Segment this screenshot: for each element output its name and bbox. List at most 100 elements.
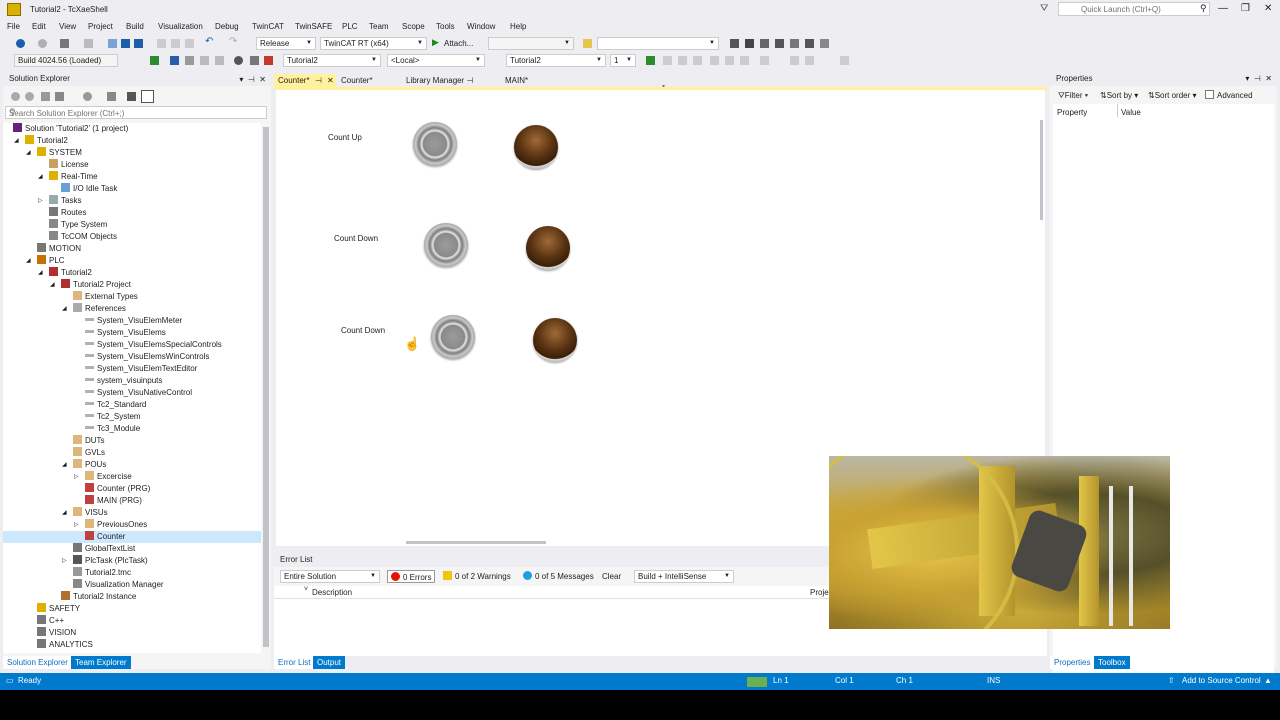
tree-item[interactable]: ◢ Tutorial2 — [38, 267, 92, 279]
unforce-icon[interactable] — [840, 56, 849, 65]
tree-item[interactable]: ▷ PreviousOnes — [74, 519, 147, 531]
menu-edit[interactable]: Edit — [32, 22, 46, 31]
tree-item[interactable]: GVLs — [73, 447, 105, 459]
tree-item[interactable]: ◢ Tutorial2 — [14, 135, 68, 147]
tab-library-manager[interactable]: Library Manager ⊣ — [402, 74, 477, 88]
menu-tools[interactable]: Tools — [436, 22, 455, 31]
restart-run-icon[interactable] — [760, 39, 769, 48]
activate-config-icon[interactable] — [745, 39, 754, 48]
start-icon[interactable] — [663, 56, 672, 65]
dropdown-icon[interactable]: ▾ — [239, 75, 243, 84]
tab-main[interactable]: MAIN* — [501, 74, 532, 88]
redo-icon[interactable]: ↷ — [229, 36, 238, 47]
add-to-source-control-button[interactable]: Add to Source Control — [1182, 676, 1261, 685]
scan-devices-icon[interactable] — [200, 56, 209, 65]
copy-icon[interactable] — [171, 39, 180, 48]
force-values-icon[interactable] — [805, 56, 814, 65]
choose-target-icon[interactable] — [250, 56, 259, 65]
properties-icon[interactable] — [127, 92, 136, 101]
scrollbar-thumb[interactable] — [406, 541, 546, 544]
tree-item[interactable]: ▷ Excercise — [74, 471, 132, 483]
tree-item[interactable]: ◢ Tutorial2 Project — [50, 279, 131, 291]
forward-icon[interactable] — [25, 92, 34, 101]
cut-icon[interactable] — [157, 39, 166, 48]
collapse-arrow-icon[interactable]: ◢ — [62, 303, 67, 315]
tree-scrollbar[interactable] — [261, 123, 271, 653]
warnings-filter-button[interactable]: 0 of 2 Warnings — [440, 570, 514, 583]
home-icon[interactable] — [41, 92, 50, 101]
stop-icon[interactable] — [678, 56, 687, 65]
expand-arrow-icon[interactable]: ▷ — [38, 195, 43, 207]
platform-dropdown[interactable]: TwinCAT RT (x64) ▼ — [320, 37, 427, 50]
back-icon[interactable] — [16, 39, 25, 48]
build-version-dropdown[interactable]: Build 4024.56 (Loaded) — [14, 54, 118, 67]
tree-item[interactable]: Tc2_Standard — [85, 399, 146, 411]
tree-item[interactable]: License — [49, 159, 89, 171]
activate-icon[interactable] — [150, 56, 159, 65]
tree-item[interactable]: VISION — [37, 627, 76, 639]
close-panel-icon[interactable]: ✕ — [1265, 74, 1272, 83]
tree-item[interactable]: MOTION — [37, 243, 81, 255]
tree-item[interactable]: C++ — [37, 615, 64, 627]
undo-icon[interactable]: ↶ — [205, 36, 214, 47]
scrollbar-thumb[interactable] — [1040, 120, 1043, 220]
tab-counter-prg[interactable]: Counter* — [337, 74, 377, 88]
messages-filter-button[interactable]: 0 of 5 Messages — [520, 570, 597, 583]
tree-item[interactable]: Tutorial2 Instance — [61, 591, 136, 603]
column-divider[interactable] — [1117, 104, 1118, 117]
toggle-settings-icon[interactable] — [264, 56, 273, 65]
pending-changes-icon[interactable] — [83, 92, 92, 101]
step-into-icon[interactable] — [725, 56, 734, 65]
tab-solution-explorer[interactable]: Solution Explorer — [3, 656, 72, 669]
show-online-icon[interactable] — [234, 56, 243, 65]
menu-twinsafe[interactable]: TwinSAFE — [295, 22, 332, 31]
menu-debug[interactable]: Debug — [215, 22, 239, 31]
target-system-dropdown[interactable]: Tutorial2 ▼ — [283, 54, 381, 67]
quick-launch-input[interactable]: Quick Launch (Ctrl+Q) ⚲ — [1058, 2, 1210, 16]
tab-properties[interactable]: Properties — [1050, 656, 1095, 669]
attach-button[interactable]: Attach... — [444, 39, 473, 48]
switch-views-icon[interactable] — [55, 92, 64, 101]
tab-output[interactable]: Output — [313, 656, 346, 669]
close-panel-icon[interactable]: ✕ — [259, 75, 266, 84]
preview-icon[interactable] — [141, 90, 154, 103]
tree-item[interactable]: System_VisuElems — [85, 327, 166, 339]
clear-button[interactable]: Clear — [599, 570, 624, 583]
add-item-icon[interactable] — [84, 39, 93, 48]
tree-item[interactable]: Counter (PRG) — [85, 483, 150, 495]
menu-help[interactable]: Help — [510, 22, 526, 31]
save-all-icon[interactable] — [134, 39, 143, 48]
tree-item[interactable]: ▷ PlcTask (PlcTask) — [62, 555, 148, 567]
menu-team[interactable]: Team — [369, 22, 389, 31]
scrollbar-thumb[interactable] — [263, 127, 269, 647]
menu-file[interactable]: File — [7, 22, 20, 31]
solution-explorer-search-input[interactable]: Search Solution Explorer (Ctrl+;) ⚲ — [5, 106, 267, 119]
count-up-button[interactable] — [413, 122, 457, 166]
pin-icon[interactable]: ⊣ — [315, 74, 322, 88]
minimize-icon[interactable]: — — [1218, 3, 1228, 14]
run-mode-icon[interactable] — [170, 56, 179, 65]
debug-target-dropdown[interactable]: ▼ — [488, 37, 574, 50]
plc-project-dropdown[interactable]: Tutorial2 ▼ — [506, 54, 606, 67]
tree-item[interactable]: ▷ Tasks — [38, 195, 81, 207]
tab-counter-visu[interactable]: Counter* ⊣ ✕ — [274, 74, 336, 88]
config-mode-icon[interactable] — [185, 56, 194, 65]
menu-build[interactable]: Build — [126, 22, 144, 31]
toggle-icon[interactable] — [215, 56, 224, 65]
login-icon[interactable] — [646, 56, 655, 65]
tree-item[interactable]: Solution 'Tutorial2' (1 project) — [13, 123, 128, 135]
save-icon[interactable] — [121, 39, 130, 48]
forward-icon[interactable] — [38, 39, 47, 48]
twincat-config-icon[interactable] — [730, 39, 739, 48]
menu-plc[interactable]: PLC — [342, 22, 358, 31]
step-out-icon[interactable] — [740, 56, 749, 65]
pin-icon[interactable]: ⊣ — [1254, 74, 1261, 83]
tree-item[interactable]: Routes — [49, 207, 86, 219]
errors-filter-button[interactable]: 0 Errors — [387, 570, 436, 583]
tree-item[interactable]: Tutorial2.tmc — [73, 567, 131, 579]
sort-by-button[interactable]: ⇅Sort by ▾ — [1100, 91, 1138, 100]
menu-scope[interactable]: Scope — [402, 22, 425, 31]
count-down-button[interactable] — [424, 223, 468, 267]
menu-project[interactable]: Project — [88, 22, 113, 31]
tree-item[interactable]: Tc3_Module — [85, 423, 140, 435]
